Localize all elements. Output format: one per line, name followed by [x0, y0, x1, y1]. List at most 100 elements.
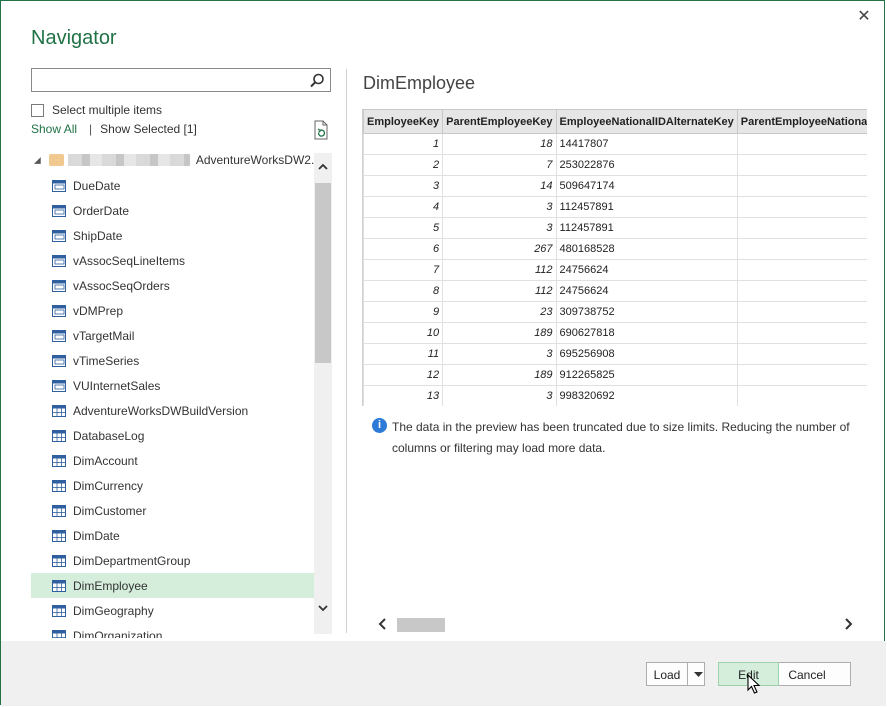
tree-item[interactable]: vAssocSeqOrders [31, 273, 314, 298]
table-cell: 8 [363, 280, 444, 302]
redacted-server-name [68, 154, 190, 166]
view-icon [51, 278, 67, 294]
table-cell: 7 [442, 154, 557, 176]
tree-item-label: vTimeSeries [73, 353, 140, 368]
tree-item[interactable]: VUInternetSales [31, 373, 314, 398]
load-dropdown-button[interactable] [687, 662, 705, 686]
collapse-triangle-icon[interactable] [33, 155, 43, 165]
load-button[interactable]: Load [646, 662, 688, 686]
tree-item-label: vDMPrep [73, 303, 124, 318]
view-icon [51, 378, 67, 394]
tree-item-label: DimDate [73, 528, 120, 543]
tree-item[interactable]: DimDepartmentGroup [31, 548, 314, 573]
tree-item[interactable]: OrderDate [31, 198, 314, 223]
select-multiple-option[interactable]: Select multiple items [31, 102, 162, 118]
tree-item-label: DimEmployee [73, 578, 148, 593]
tree-item[interactable]: vDMPrep [31, 298, 314, 323]
table-cell [736, 133, 867, 155]
table-cell: 2 [363, 154, 444, 176]
table-cell [736, 196, 867, 218]
search-icon[interactable] [308, 72, 326, 90]
table-icon [51, 503, 67, 519]
show-filter-links: Show All | Show Selected [1] [31, 122, 197, 136]
tree-item[interactable]: ShipDate [31, 223, 314, 248]
scroll-left-arrow-icon[interactable] [377, 615, 389, 633]
table-cell [736, 280, 867, 302]
close-button[interactable]: ✕ [854, 7, 874, 27]
select-multiple-checkbox[interactable] [31, 103, 44, 117]
scroll-right-arrow-icon[interactable] [842, 615, 854, 633]
table-icon [51, 403, 67, 419]
table-row: 13 3 998320692 [363, 385, 867, 406]
column-header[interactable]: ParentEmployeeNationalIDAlternateKey [736, 109, 867, 134]
mouse-cursor-icon [747, 674, 761, 694]
tree-item-label: DimCurrency [73, 478, 144, 493]
table-cell: 309738752 [555, 301, 738, 323]
preview-grid: EmployeeKey ParentEmployeeKey EmployeeNati… [362, 109, 867, 406]
table-cell: 14417807 [555, 133, 738, 155]
table-cell: 13 [363, 385, 444, 406]
tree-root-database[interactable]: AdventureWorksDW2... [31, 149, 321, 171]
column-header[interactable]: EmployeeNationalIDAlternateKey [555, 109, 738, 134]
tree-item[interactable]: AdventureWorksDWBuildVersion [31, 398, 314, 423]
tree-item[interactable]: vTimeSeries [31, 348, 314, 373]
tree-item-label: DatabaseLog [73, 428, 145, 443]
table-cell: 24756624 [555, 259, 738, 281]
table-row: 6 267 480168528 [363, 238, 867, 260]
navigator-tree: AdventureWorksDW2... DueDate OrderDate Shi… [31, 149, 333, 638]
chevron-down-icon [694, 672, 703, 677]
navigator-dialog: ✕ Navigator Select multiple items Show A… [0, 0, 886, 706]
show-all-link[interactable]: Show All [31, 122, 77, 136]
table-cell: 112 [442, 280, 557, 302]
tree-item-label: vTargetMail [73, 328, 135, 343]
tree-item[interactable]: DimDate [31, 523, 314, 548]
refresh-icon[interactable] [312, 120, 330, 140]
preview-horizontal-scrollbar[interactable] [373, 615, 858, 635]
table-cell: 23 [442, 301, 557, 323]
tree-item-label: ShipDate [73, 228, 123, 243]
search-box[interactable] [31, 68, 331, 92]
table-cell [736, 238, 867, 260]
tree-item[interactable]: DimCurrency [31, 473, 314, 498]
tree-item[interactable]: DueDate [31, 173, 314, 198]
table-cell: 112457891 [555, 196, 738, 218]
tree-item-label: DueDate [73, 178, 121, 193]
tree-item-label: DimCustomer [73, 503, 147, 518]
table-row: 5 3 112457891 [363, 217, 867, 239]
preview-title: DimEmployee [363, 73, 476, 93]
scroll-up-arrow-icon[interactable] [314, 161, 332, 179]
filter-separator: | [89, 122, 93, 136]
column-header[interactable]: EmployeeKey [363, 109, 444, 134]
tree-item[interactable]: DimCustomer [31, 498, 314, 523]
show-selected-link[interactable]: Show Selected [1] [100, 122, 197, 136]
column-header[interactable]: ParentEmployeeKey [442, 109, 557, 134]
table-cell: 3 [442, 343, 557, 365]
tree-item[interactable]: DatabaseLog [31, 423, 314, 448]
tree-scrollbar[interactable] [314, 153, 332, 634]
preview-scroll-thumb[interactable] [397, 618, 445, 632]
table-row: 9 23 309738752 [363, 301, 867, 323]
tree-root-label: AdventureWorksDW2... [195, 153, 321, 167]
scroll-down-arrow-icon[interactable] [314, 602, 332, 620]
tree-item-label: vAssocSeqOrders [73, 278, 170, 293]
view-icon [51, 303, 67, 319]
tree-item[interactable]: DimGeography [31, 598, 314, 623]
table-cell: 998320692 [555, 385, 738, 406]
tree-item-label: DimOrganization [73, 628, 163, 639]
search-input[interactable] [34, 70, 304, 90]
tree-scroll-thumb[interactable] [315, 183, 331, 363]
table-cell: 5 [363, 217, 444, 239]
view-icon [51, 178, 67, 194]
table-icon [51, 478, 67, 494]
tree-item[interactable]: vTargetMail [31, 323, 314, 348]
table-cell: 189 [442, 322, 557, 344]
table-row: 1 18 14417807 [363, 133, 867, 155]
tree-item[interactable]: vAssocSeqLineItems [31, 248, 314, 273]
dialog-title: Navigator [31, 27, 117, 49]
table-cell: 695256908 [555, 343, 738, 365]
tree-item[interactable]: DimOrganization [31, 623, 314, 638]
tree-item[interactable]: DimAccount [31, 448, 314, 473]
table-icon [51, 603, 67, 619]
view-icon [51, 228, 67, 244]
tree-item[interactable]: DimEmployee [31, 573, 314, 598]
